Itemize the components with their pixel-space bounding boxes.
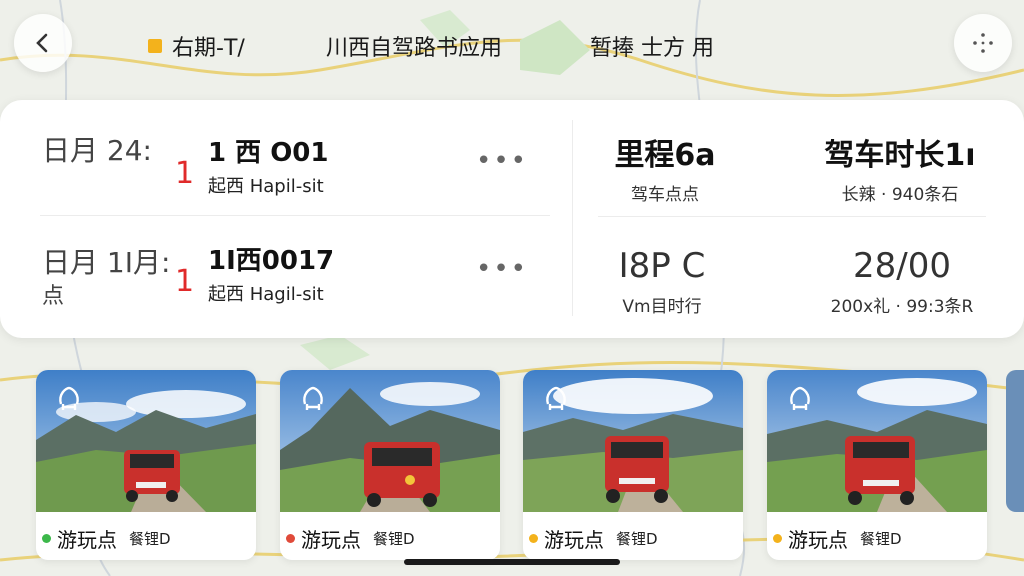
trip-row[interactable]: 日月 1I月: 点 1 1I西0017 起西 Hagil-sit ••• bbox=[0, 230, 570, 330]
status-dot bbox=[42, 533, 51, 543]
poi-tag: 餐锂D bbox=[129, 529, 171, 548]
tab-period-label: 右期-T/ bbox=[172, 36, 245, 61]
stat-label: 驾车点点 bbox=[631, 185, 699, 205]
poi-label: 游玩点 bbox=[57, 527, 117, 552]
trip-code: 1I西0017 bbox=[208, 246, 335, 276]
poi-caption: 游玩点 餐锂D bbox=[767, 520, 987, 556]
stat-value: 驾车时长1ı bbox=[824, 138, 976, 173]
tab-roadbook[interactable]: 川西自驾路书应用 bbox=[326, 30, 502, 62]
poi-tag: 餐锂D bbox=[860, 529, 902, 548]
poi-card-peek[interactable] bbox=[1006, 370, 1024, 512]
stat-value: I8P C bbox=[618, 246, 706, 286]
trip-date-line2: 点 bbox=[42, 284, 65, 309]
stat-label: Vm目时行 bbox=[622, 297, 702, 317]
status-dot bbox=[286, 533, 295, 543]
route-icon bbox=[59, 386, 79, 410]
poi-caption: 游玩点 餐锂D bbox=[36, 520, 256, 556]
stat-value: 里程6a bbox=[614, 138, 716, 173]
stat-label: 200x礼 · 99:3条R bbox=[830, 297, 974, 317]
trip-number: 1 bbox=[175, 264, 195, 299]
refresh-route-icon bbox=[303, 386, 323, 410]
back-button[interactable] bbox=[14, 14, 72, 72]
poi-tag: 餐锂D bbox=[616, 529, 658, 548]
poi-card[interactable]: 游玩点 餐锂D bbox=[36, 370, 256, 560]
stat-label: 长辣 · 940条石 bbox=[841, 185, 959, 205]
stat-mileage: 里程6a 驾车点点 bbox=[555, 130, 775, 205]
poi-label: 游玩点 bbox=[544, 527, 604, 552]
stat-value: 28/00 bbox=[853, 246, 951, 286]
poi-label: 游玩点 bbox=[788, 527, 848, 552]
poi-card[interactable]: 游玩点 餐锂D bbox=[523, 370, 743, 560]
row-menu-button[interactable]: ••• bbox=[476, 254, 528, 284]
trip-date-line1: 日月 1I月: bbox=[42, 246, 171, 279]
stat-drive-time: 驾车时长1ı 长辣 · 940条石 bbox=[790, 130, 1010, 205]
trip-subtitle: 起西 Hagil-sit bbox=[208, 284, 324, 305]
crosshair-dots-icon bbox=[973, 33, 993, 53]
stat-divider bbox=[598, 216, 986, 217]
trip-row[interactable]: 日月 24: 1 1 西 O01 起西 Hapil-sit ••• bbox=[0, 122, 570, 222]
refresh-route-icon bbox=[790, 386, 810, 410]
home-indicator[interactable] bbox=[404, 559, 620, 565]
refresh-route-icon bbox=[546, 386, 566, 410]
status-dot bbox=[773, 533, 782, 543]
tab-third[interactable]: 暂捧 士方 用 bbox=[590, 30, 714, 62]
poi-card[interactable]: 游玩点 餐锂D bbox=[767, 370, 987, 560]
trip-code: 1 西 O01 bbox=[208, 138, 329, 168]
stat-temperature: I8P C Vm目时行 bbox=[552, 246, 772, 317]
trip-date: 日月 1I月: 点 bbox=[42, 246, 170, 314]
trip-subtitle: 起西 Hapil-sit bbox=[208, 176, 324, 197]
chevron-left-icon bbox=[36, 33, 48, 53]
row-menu-button[interactable]: ••• bbox=[476, 146, 528, 176]
tab-period[interactable]: 右期-T/ bbox=[148, 30, 245, 62]
poi-caption: 游玩点 餐锂D bbox=[523, 520, 743, 556]
status-dot bbox=[529, 533, 538, 543]
poi-tag: 餐锂D bbox=[373, 529, 415, 548]
tab-marker bbox=[148, 39, 162, 53]
poi-label: 游玩点 bbox=[301, 527, 361, 552]
trip-number: 1 bbox=[175, 156, 195, 191]
poi-caption: 游玩点 餐锂D bbox=[280, 520, 500, 556]
stat-progress: 28/00 200x礼 · 99:3条R bbox=[792, 246, 1012, 317]
poi-card[interactable]: 游玩点 餐锂D bbox=[280, 370, 500, 560]
row-divider bbox=[40, 215, 550, 216]
more-options-button[interactable] bbox=[954, 14, 1012, 72]
trip-date: 日月 24: bbox=[42, 134, 152, 167]
